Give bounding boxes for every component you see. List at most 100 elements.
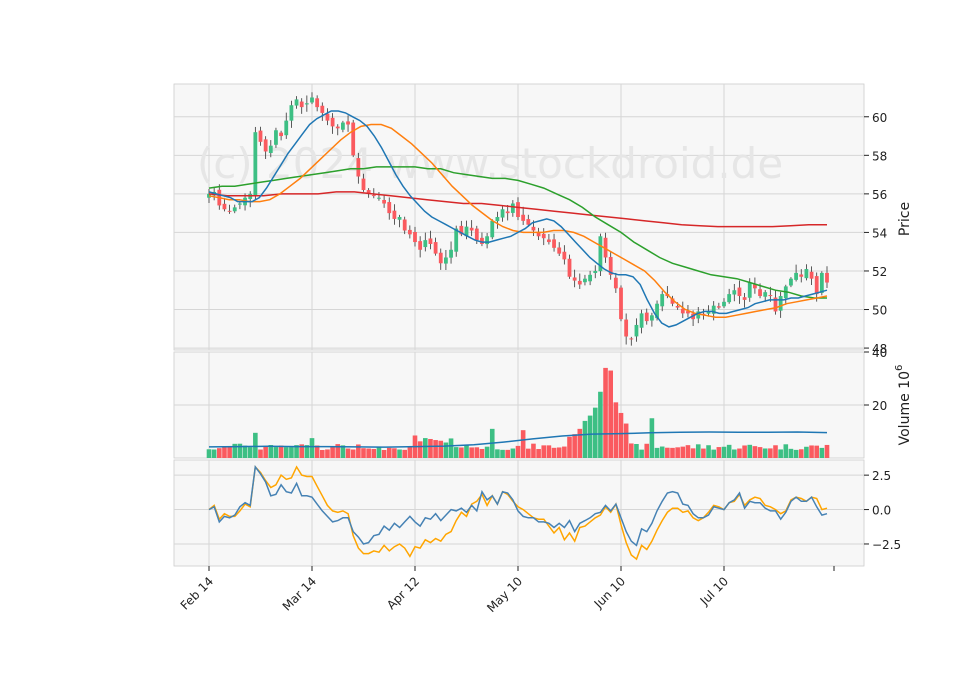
candle-body	[644, 312, 649, 322]
candle-body	[433, 242, 438, 254]
volume-bar	[757, 447, 763, 458]
price-axis-label: Price	[897, 202, 913, 236]
volume-bar	[546, 445, 552, 458]
volume-bar	[556, 447, 562, 458]
volume-bar	[778, 449, 783, 458]
candle-body	[428, 238, 433, 244]
volume-bar	[505, 449, 510, 458]
candle-body	[737, 287, 742, 297]
volume-bar	[536, 448, 541, 458]
volume-bar	[623, 423, 629, 458]
volume-bar	[654, 447, 660, 458]
x-tick-label: Apr 12	[384, 574, 422, 612]
candle-body	[716, 306, 721, 308]
volume-bar	[618, 412, 624, 458]
volume-bar	[716, 447, 722, 458]
candle-body	[341, 122, 345, 130]
candle-body	[588, 274, 592, 282]
volume-bar	[690, 448, 696, 458]
candle-body	[552, 239, 556, 248]
volume-bar	[798, 449, 804, 458]
volume-bar	[495, 449, 500, 458]
volume-bar	[263, 446, 268, 458]
candle-body	[413, 231, 417, 243]
candle-body	[371, 195, 376, 197]
candle-body	[361, 178, 366, 191]
x-tick-label: Jul 10	[697, 574, 731, 608]
volume-axis-label: Volume 106	[894, 365, 913, 446]
volume-bar	[433, 440, 438, 458]
candle-body	[387, 202, 392, 214]
volume-bar	[629, 443, 634, 458]
volume-bar	[371, 448, 377, 458]
volume-bar	[314, 445, 320, 458]
candle-body	[485, 236, 489, 245]
candle-body	[320, 105, 325, 113]
candle-body	[469, 227, 474, 231]
candle-body	[474, 228, 479, 241]
candle-body	[814, 276, 819, 295]
volume-bar	[217, 448, 222, 458]
candle-body	[227, 210, 232, 212]
volume-bar	[428, 438, 433, 458]
candle-body	[794, 272, 798, 280]
price-tick-label: 58	[872, 149, 887, 163]
candle-body	[304, 103, 309, 105]
watermark: (c) 2024 www.stockdroid.de	[197, 139, 783, 188]
volume-bar	[206, 449, 212, 458]
candle-body	[768, 295, 773, 297]
volume-bar	[211, 449, 217, 458]
candle-body	[418, 241, 423, 250]
volume-bar	[350, 449, 356, 458]
candle-body	[613, 277, 618, 289]
candle-body	[531, 226, 536, 231]
candle-body	[423, 240, 428, 248]
volume-bar	[278, 445, 284, 458]
volume-bar	[737, 448, 742, 458]
candle-body	[650, 315, 654, 321]
candle-body	[727, 294, 732, 303]
candle-body	[541, 233, 546, 239]
volume-bar	[644, 443, 650, 458]
candle-body	[253, 132, 258, 196]
volume-bar	[732, 449, 737, 458]
volume-bar	[247, 447, 253, 458]
candle-body	[263, 139, 268, 152]
candle-body	[567, 258, 572, 277]
volume-bar	[608, 370, 613, 458]
volume-bar	[577, 428, 583, 458]
candle-body	[639, 313, 644, 328]
candle-body	[330, 117, 335, 127]
candle-body	[382, 199, 386, 204]
volume-bar	[453, 447, 459, 458]
candle-body	[377, 197, 381, 199]
volume-bar	[386, 447, 392, 458]
volume-bar	[309, 438, 315, 458]
volume-bar	[227, 446, 232, 458]
volume-bar	[747, 444, 753, 458]
candle-body	[279, 132, 283, 137]
x-tick-label: May 10	[484, 574, 525, 615]
candle-body	[335, 126, 340, 129]
candle-body	[438, 252, 443, 264]
candle-body	[819, 272, 824, 293]
volume-bar	[423, 438, 428, 458]
volume-bar	[258, 449, 263, 458]
volume-bar	[634, 443, 639, 458]
volume-bar	[289, 447, 294, 458]
volume-bar	[541, 445, 547, 458]
price-tick-label: 52	[872, 265, 887, 279]
volume-bar	[464, 445, 469, 458]
volume-bar	[675, 447, 680, 458]
volume-bar	[361, 448, 366, 458]
volume-bar	[253, 432, 258, 458]
price-tick-label: 54	[872, 226, 887, 240]
osc-tick-label: −2.5	[872, 538, 901, 552]
candle-body	[778, 296, 783, 311]
candle-body	[629, 338, 634, 340]
volume-bar	[670, 447, 675, 458]
stock-chart: (c) 2024 www.stockdroid.de Feb 14 Mar 14 A…	[173, 83, 913, 615]
volume-bar	[283, 447, 289, 458]
candle-body	[799, 274, 804, 277]
candle-body	[763, 292, 768, 297]
